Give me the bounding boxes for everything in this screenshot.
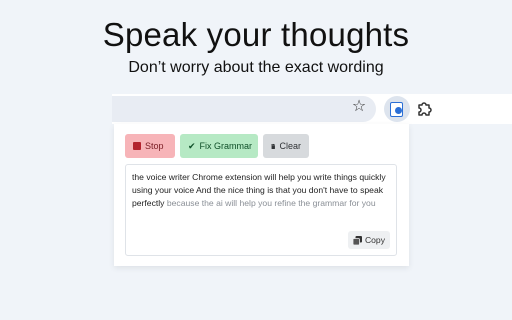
- address-bar[interactable]: [112, 96, 376, 122]
- transcript-textarea[interactable]: the voice writer Chrome extension will h…: [125, 164, 397, 256]
- transcript-interim-text: because the ai will help you refine the …: [164, 198, 376, 208]
- voice-writer-extension-button[interactable]: [384, 96, 410, 122]
- trash-icon: [271, 143, 276, 149]
- star-icon[interactable]: ☆: [350, 98, 368, 116]
- check-icon: ✔: [188, 141, 196, 151]
- clear-label: Clear: [279, 141, 301, 151]
- headline: Speak your thoughts: [102, 16, 410, 53]
- extensions-puzzle-icon[interactable]: [416, 100, 434, 118]
- copy-icon: [352, 235, 362, 245]
- microphone-dot-icon: [395, 107, 402, 114]
- browser-toolbar: ☆: [112, 94, 512, 124]
- stop-label: Stop: [145, 141, 164, 151]
- clear-button[interactable]: Clear: [263, 134, 309, 158]
- fix-grammar-button[interactable]: ✔ Fix Grammar: [180, 134, 258, 158]
- fix-grammar-label: Fix Grammar: [199, 141, 253, 151]
- copy-button[interactable]: Copy: [347, 231, 390, 249]
- stop-icon: [133, 142, 141, 150]
- subheadline: Don’t worry about the exact wording: [128, 59, 384, 76]
- extension-popup: Stop ✔ Fix Grammar Clear the voice write…: [114, 124, 409, 266]
- stop-button[interactable]: Stop: [125, 134, 175, 158]
- copy-label: Copy: [364, 234, 385, 245]
